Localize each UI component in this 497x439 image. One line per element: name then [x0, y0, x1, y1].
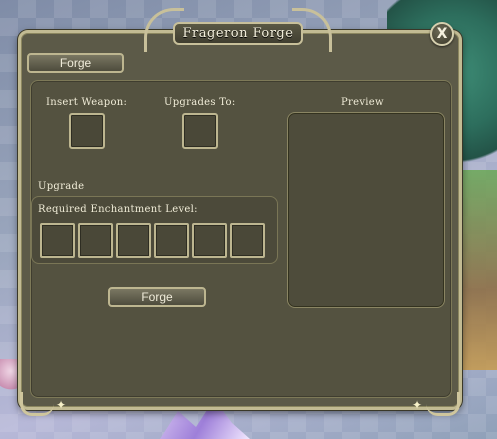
insert-weapon-label: Insert Weapon:: [46, 97, 128, 108]
tab-forge[interactable]: Forge: [27, 53, 124, 73]
enchantment-slot-4[interactable]: [154, 223, 189, 258]
insert-weapon-slot[interactable]: [69, 113, 105, 149]
enchantment-slot-6[interactable]: [230, 223, 265, 258]
preview-label: Preview: [341, 97, 384, 108]
star-icon: ✦: [56, 398, 67, 412]
upgrades-to-slot: [182, 113, 218, 149]
title-plate: Frageron Forge: [144, 8, 332, 52]
star-icon: ✦: [412, 398, 423, 412]
forge-button[interactable]: Forge: [108, 287, 206, 307]
frame-corner-left: [20, 392, 54, 416]
enchantment-slot-3[interactable]: [116, 223, 151, 258]
close-icon[interactable]: X: [430, 22, 454, 46]
enchantment-slot-2[interactable]: [78, 223, 113, 258]
preview-panel: [287, 112, 445, 308]
required-enchantment-label: Required Enchantment Level:: [38, 204, 198, 215]
enchantment-slot-1[interactable]: [40, 223, 75, 258]
frame-corner-right: [426, 392, 460, 416]
upgrade-section-label: Upgrade: [38, 181, 85, 192]
enchantment-slot-5[interactable]: [192, 223, 227, 258]
upgrades-to-label: Upgrades To:: [164, 97, 236, 108]
window-title: Frageron Forge: [172, 21, 304, 45]
